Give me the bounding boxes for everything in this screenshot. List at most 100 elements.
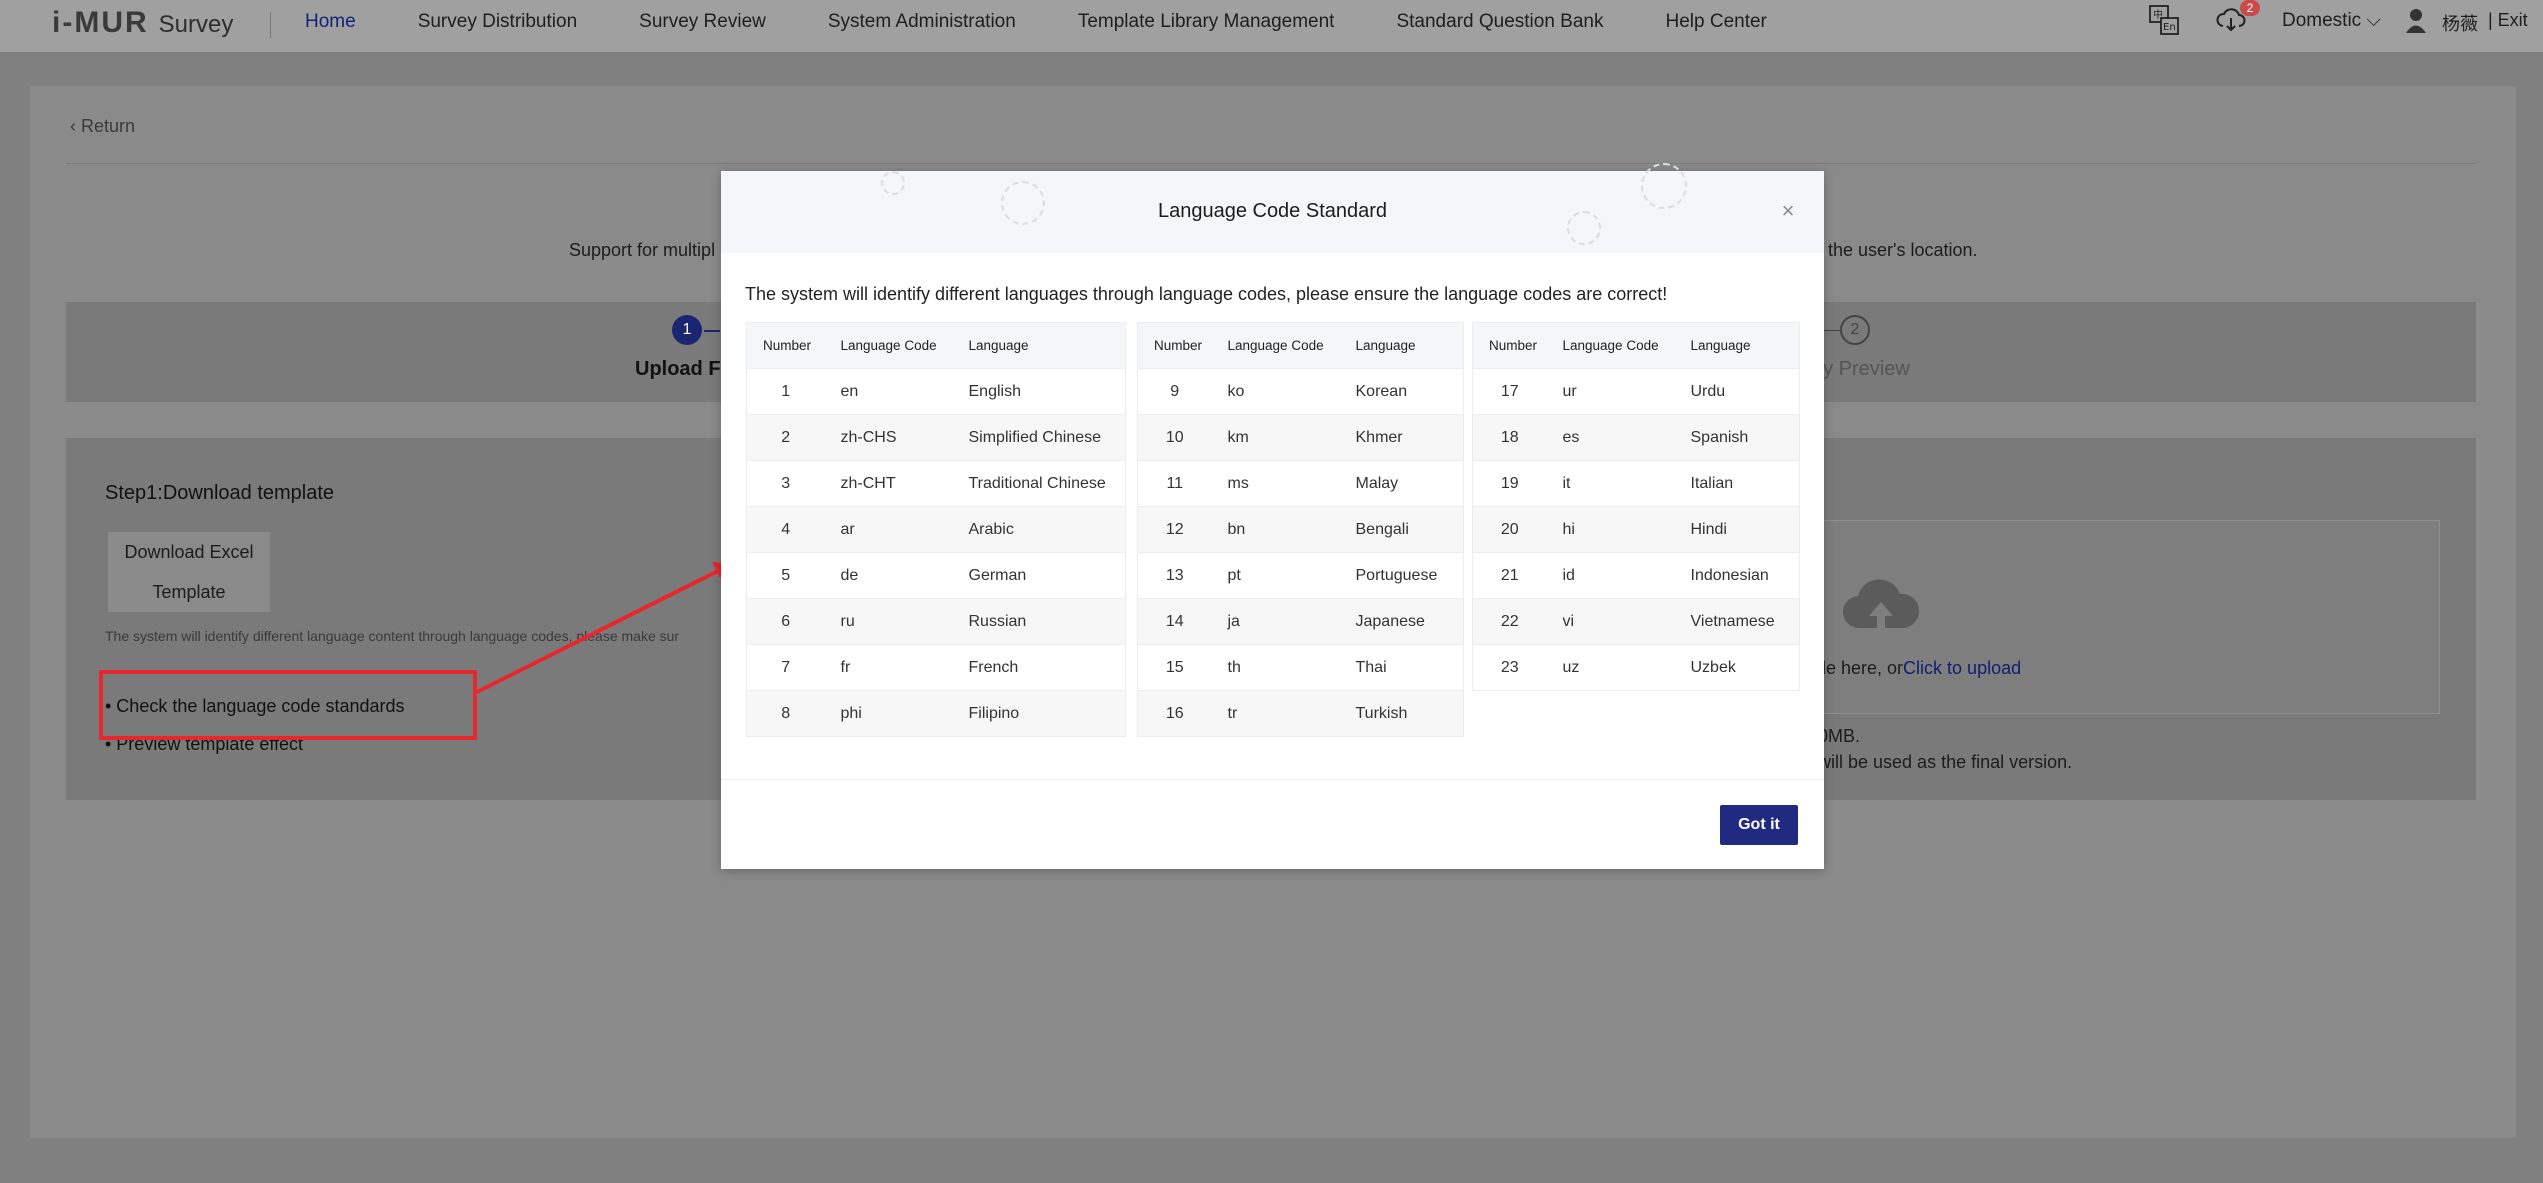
language-cell: Thai <box>1339 644 1464 691</box>
notification-badge: 2 <box>2240 0 2260 16</box>
language-cell: Traditional Chinese <box>952 460 1126 507</box>
return-label: Return <box>81 116 136 136</box>
table-header-row: Number Language Code Language <box>1472 322 1800 369</box>
download-template-button[interactable]: Download Excel Template <box>108 532 270 612</box>
number-cell: 19 <box>1472 460 1547 507</box>
language-code-table-3: Number Language Code Language 17 ur Urdu 1… <box>1472 322 1800 691</box>
support-text-right: the user's location. <box>1828 240 1978 260</box>
number-cell: 20 <box>1472 506 1547 553</box>
code-cell: es <box>1546 414 1675 461</box>
number-cell: 15 <box>1137 644 1212 691</box>
language-cell: Russian <box>952 598 1126 645</box>
language-cell: Spanish <box>1674 414 1800 461</box>
code-cell: th <box>1211 644 1340 691</box>
download-button-label-line1: Download Excel <box>124 542 254 562</box>
nav-item-survey-distribution[interactable]: Survey Distribution <box>418 11 577 33</box>
nav-divider <box>270 12 271 38</box>
code-cell: en <box>824 368 953 415</box>
language-cell: Turkish <box>1339 690 1464 737</box>
language-cell: Bengali <box>1339 506 1464 553</box>
language-cell: English <box>952 368 1126 415</box>
step-connector <box>704 330 720 332</box>
number-cell: 9 <box>1137 368 1212 415</box>
number-cell: 12 <box>1137 506 1212 553</box>
language-cell: Filipino <box>952 690 1126 737</box>
top-navigation-bar: i-MUR Survey Home Survey Distribution Su… <box>0 0 2543 52</box>
nav-item-survey-review[interactable]: Survey Review <box>639 11 766 33</box>
table-row: 14 ja Japanese <box>1137 598 1464 645</box>
language-cell: Arabic <box>952 506 1126 553</box>
nav-item-help-center[interactable]: Help Center <box>1666 11 1767 33</box>
code-cell: km <box>1211 414 1340 461</box>
table-row: 19 it Italian <box>1472 460 1800 507</box>
cloud-upload-icon <box>1842 579 1920 629</box>
step-1-indicator: 1 <box>672 315 702 345</box>
exit-link[interactable]: | Exit <box>2488 10 2528 31</box>
language-cell: Japanese <box>1339 598 1464 645</box>
code-cell: ar <box>824 506 953 553</box>
code-cell: pt <box>1211 552 1340 599</box>
table-row: 22 vi Vietnamese <box>1472 598 1800 645</box>
upload-instruction: ile here, orClick to upload <box>1818 658 2021 679</box>
language-cell: Portuguese <box>1339 552 1464 599</box>
nav-item-question-bank[interactable]: Standard Question Bank <box>1396 11 1603 33</box>
divider <box>66 163 2476 164</box>
modal-footer-divider <box>721 779 1824 780</box>
language-cell: Italian <box>1674 460 1800 507</box>
modal-title: Language Code Standard <box>1157 200 1388 222</box>
final-version-text: will be used as the final version. <box>1818 752 2073 772</box>
code-cell: ko <box>1211 368 1340 415</box>
table-header-row: Number Language Code Language <box>746 322 1126 369</box>
language-cell: Simplified Chinese <box>952 414 1126 461</box>
table-row: 4 ar Arabic <box>746 506 1126 553</box>
close-icon[interactable]: × <box>1778 200 1798 222</box>
code-cell: tr <box>1211 690 1340 737</box>
table-row: 5 de German <box>746 552 1126 599</box>
code-cell: zh-CHT <box>824 460 953 507</box>
translate-icon[interactable]: 中 En <box>2148 4 2180 36</box>
user-name: 杨薇 <box>2442 14 2478 34</box>
code-cell: id <box>1546 552 1675 599</box>
code-cell: de <box>824 552 953 599</box>
number-cell: 1 <box>746 368 825 415</box>
code-cell: it <box>1546 460 1675 507</box>
table-row: 17 ur Urdu <box>1472 368 1800 415</box>
language-cell: Khmer <box>1339 414 1464 461</box>
main-nav: Home Survey Distribution Survey Review S… <box>305 0 1829 44</box>
code-cell: ru <box>824 598 953 645</box>
annotation-highlight-box <box>99 670 477 740</box>
click-to-upload-link[interactable]: Click to upload <box>1903 658 2021 678</box>
number-cell: 10 <box>1137 414 1212 461</box>
nav-item-template-library[interactable]: Template Library Management <box>1078 11 1335 33</box>
step-1-label: Upload F <box>635 358 721 380</box>
number-cell: 8 <box>746 690 825 737</box>
return-link[interactable]: ‹ Return <box>70 116 135 137</box>
app-logo[interactable]: i-MUR Survey <box>52 6 233 40</box>
number-cell: 6 <box>746 598 825 645</box>
column-header-code: Language Code <box>1211 322 1340 369</box>
nav-item-system-administration[interactable]: System Administration <box>828 11 1016 33</box>
column-header-language: Language <box>1339 322 1464 369</box>
table-row: 9 ko Korean <box>1137 368 1464 415</box>
got-it-button[interactable]: Got it <box>1720 805 1798 845</box>
table-row: 21 id Indonesian <box>1472 552 1800 599</box>
column-header-language: Language <box>952 322 1126 369</box>
code-cell: phi <box>824 690 953 737</box>
language-cell: Vietnamese <box>1674 598 1800 645</box>
size-limit-text: 0MB. <box>1818 726 1861 746</box>
number-cell: 4 <box>746 506 825 553</box>
language-code-table-1: Number Language Code Language 1 en English… <box>746 322 1126 737</box>
number-cell: 11 <box>1137 460 1212 507</box>
table-row: 12 bn Bengali <box>1137 506 1464 553</box>
number-cell: 16 <box>1137 690 1212 737</box>
avatar[interactable] <box>2404 6 2428 34</box>
modal-description: The system will identify different langu… <box>745 284 1668 304</box>
language-cell: German <box>952 552 1126 599</box>
table-row: 8 phi Filipino <box>746 690 1126 737</box>
code-cell: vi <box>1546 598 1675 645</box>
nav-item-home[interactable]: Home <box>305 11 356 33</box>
column-header-code: Language Code <box>1546 322 1675 369</box>
table-header-row: Number Language Code Language <box>1137 322 1464 369</box>
region-selector[interactable]: Domestic ⌵ <box>2282 10 2381 32</box>
table-row: 15th Thai <box>1137 644 1464 691</box>
